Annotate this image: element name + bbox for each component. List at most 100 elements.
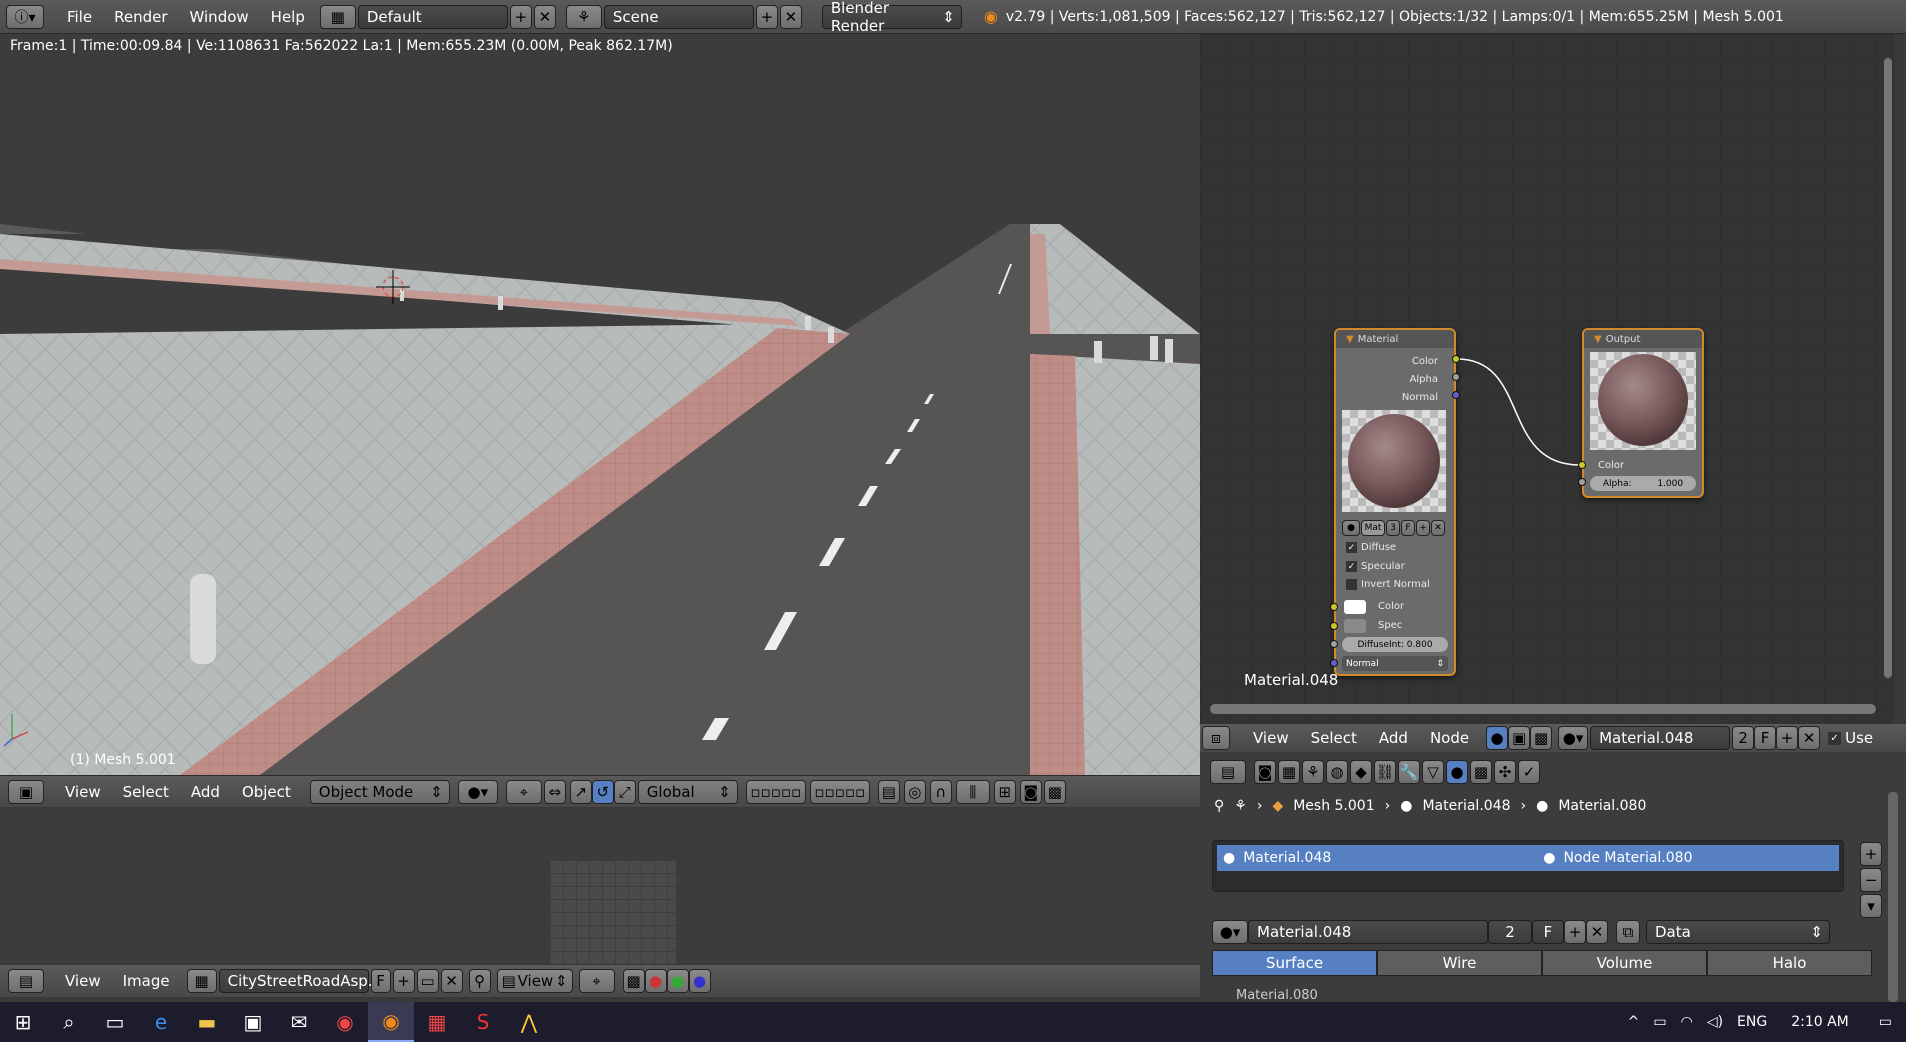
material-slot-row[interactable]: ● Material.048 ● Node Material.080 xyxy=(1217,845,1839,871)
clock[interactable]: 2:10 AM xyxy=(1791,1014,1849,1030)
image-editor[interactable] xyxy=(0,808,1200,964)
app-grid-button[interactable]: ▦ xyxy=(414,1002,460,1042)
menu-file[interactable]: File xyxy=(56,8,103,26)
prop-material-field[interactable]: Material.048 xyxy=(1248,920,1488,944)
material-unlink-button[interactable]: ✕ xyxy=(1431,520,1445,536)
tab-surface[interactable]: Surface xyxy=(1212,950,1377,976)
node-editor[interactable]: ▼ Material Color Alpha Normal ● Mat 3 F +… xyxy=(1200,34,1894,724)
object-tab[interactable]: ◆ xyxy=(1350,760,1372,784)
menu-help[interactable]: Help xyxy=(260,8,316,26)
particles-tab[interactable]: ✣ xyxy=(1494,760,1516,784)
node-material-delete[interactable]: ✕ xyxy=(1798,726,1821,750)
slot-remove-button[interactable]: − xyxy=(1860,868,1882,892)
volume-icon[interactable]: ◁) xyxy=(1707,1014,1723,1030)
compositing-nodes-button[interactable]: ▣ xyxy=(1508,726,1531,750)
node-editor-hscrollbar[interactable] xyxy=(1210,704,1876,714)
normal-input-field[interactable]: Normal ⇕ xyxy=(1342,656,1448,671)
material-browse-button[interactable]: ● xyxy=(1342,520,1360,536)
prop-material-delete[interactable]: ✕ xyxy=(1586,920,1608,944)
invert-normal-checkbox-row[interactable]: Invert Normal xyxy=(1346,579,1430,590)
tab-volume[interactable]: Volume xyxy=(1542,950,1707,976)
shading-select[interactable]: ●▾ xyxy=(457,779,498,804)
language-indicator[interactable]: ENG xyxy=(1737,1014,1767,1030)
layout-add-button[interactable]: + xyxy=(509,4,532,29)
output-color-socket[interactable] xyxy=(1452,355,1460,363)
render-tab[interactable]: ◙ xyxy=(1254,760,1276,784)
battery-icon[interactable]: ▭ xyxy=(1653,1014,1666,1030)
scene-field[interactable]: Scene xyxy=(603,4,754,29)
node-menu-node[interactable]: Node xyxy=(1419,729,1480,747)
material-fake-user[interactable]: F xyxy=(1401,520,1415,536)
menu-render[interactable]: Render xyxy=(103,8,178,26)
input-normal-socket[interactable] xyxy=(1330,659,1338,667)
color-swatch[interactable] xyxy=(1344,600,1366,614)
prop-material-fake-user[interactable]: F xyxy=(1532,920,1564,944)
image-unlink-button[interactable]: ✕ xyxy=(440,969,463,993)
input-color-socket[interactable] xyxy=(1330,603,1338,611)
image-fake-user-button[interactable]: F xyxy=(370,969,391,993)
image-browse-button[interactable]: ▦ xyxy=(186,969,217,993)
editor-type-image-button[interactable]: ▤ xyxy=(8,969,44,993)
texture-nodes-button[interactable]: ▩ xyxy=(1530,726,1553,750)
start-button[interactable]: ⊞ xyxy=(0,1002,46,1042)
diffuse-checkbox-row[interactable]: ✓ Diffuse xyxy=(1346,542,1396,553)
editor-type-properties-button[interactable]: ▤ xyxy=(1210,760,1246,784)
material-node-header[interactable]: ▼ Material xyxy=(1336,330,1454,348)
chevron-up-icon[interactable]: ^ xyxy=(1628,1014,1640,1030)
prop-material-users[interactable]: 2 xyxy=(1488,920,1532,944)
render-anim-button[interactable]: ▩ xyxy=(1043,779,1066,804)
node-material-add[interactable]: + xyxy=(1776,726,1799,750)
view-mode-select[interactable]: ▤ View ⇕ xyxy=(496,969,573,993)
editor-type-3dview-button[interactable]: ▣ xyxy=(8,779,44,804)
data-tab[interactable]: ▽ xyxy=(1422,760,1444,784)
snap-button[interactable]: ∩ xyxy=(929,779,952,804)
texture-tab[interactable]: ▩ xyxy=(1470,760,1492,784)
pivot-select[interactable]: ⌖ xyxy=(505,779,542,804)
scene-tab[interactable]: ⚘ xyxy=(1302,760,1324,784)
channel-rgba-button[interactable]: ▩ xyxy=(622,969,645,993)
viewport-menu-view[interactable]: View xyxy=(54,783,112,801)
physics-tab[interactable]: ✓ xyxy=(1518,760,1540,784)
viewport-menu-object[interactable]: Object xyxy=(231,783,302,801)
layout-browse-button[interactable]: ▦ xyxy=(319,4,356,29)
task-view-button[interactable]: ▭ xyxy=(92,1002,138,1042)
link-mode-select[interactable]: Data ⇕ xyxy=(1646,920,1830,944)
rotate-toggle[interactable]: ↺ xyxy=(591,779,614,804)
slot-specials-button[interactable]: ▾ xyxy=(1860,894,1882,918)
output-node-color-socket[interactable] xyxy=(1578,461,1586,469)
output-node-header[interactable]: ▼ Output xyxy=(1584,330,1702,348)
scene-browse-button[interactable]: ⚘ xyxy=(565,4,602,29)
image-new-button[interactable]: + xyxy=(392,969,415,993)
channel-red-button[interactable]: ● xyxy=(644,969,667,993)
channel-green-button[interactable]: ● xyxy=(666,969,689,993)
node-material-fake-user[interactable]: F xyxy=(1754,726,1777,750)
node-menu-select[interactable]: Select xyxy=(1300,729,1368,747)
prop-material-add[interactable]: + xyxy=(1564,920,1586,944)
world-tab[interactable]: ◍ xyxy=(1326,760,1348,784)
link-mode-icon-button[interactable]: ⧉ xyxy=(1616,920,1640,944)
orientation-select[interactable]: Global ⇕ xyxy=(637,779,738,804)
blender-taskbar-button[interactable]: ◉ xyxy=(368,1002,414,1042)
diffuse-intensity-slider[interactable]: DiffuseInt: 0.800 xyxy=(1342,637,1448,652)
tab-halo[interactable]: Halo xyxy=(1707,950,1872,976)
search-button[interactable]: ⌕ xyxy=(46,1002,92,1042)
use-nodes-checkbox[interactable]: ✓ Use xyxy=(1828,729,1873,747)
pin-button[interactable]: ⚲ xyxy=(468,969,491,993)
material-node[interactable]: ▼ Material Color Alpha Normal ● Mat 3 F +… xyxy=(1334,328,1456,676)
spec-swatch[interactable] xyxy=(1344,619,1366,633)
editor-type-node-button[interactable]: ⧈ xyxy=(1202,726,1230,750)
uv-menu-view[interactable]: View xyxy=(54,972,112,990)
explorer-button[interactable]: ▬ xyxy=(184,1002,230,1042)
input-diffuse-int-socket[interactable] xyxy=(1330,640,1338,648)
image-name-field[interactable]: CityStreetRoadAsp... xyxy=(218,969,382,993)
alpha-slider[interactable]: Alpha: 1.000 xyxy=(1590,476,1696,491)
editor-type-info-button[interactable]: ⓘ▾ xyxy=(6,4,44,29)
material-mat-field[interactable]: Mat xyxy=(1361,520,1385,536)
render-layers-tab[interactable]: ▦ xyxy=(1278,760,1300,784)
translate-toggle[interactable]: ↗ xyxy=(569,779,592,804)
edge-button[interactable]: e xyxy=(138,1002,184,1042)
render-still-button[interactable]: ◙ xyxy=(1019,779,1042,804)
shader-nodes-button[interactable]: ● xyxy=(1486,726,1509,750)
material-tab[interactable]: ● xyxy=(1446,760,1468,784)
output-alpha-socket[interactable] xyxy=(1452,373,1460,381)
